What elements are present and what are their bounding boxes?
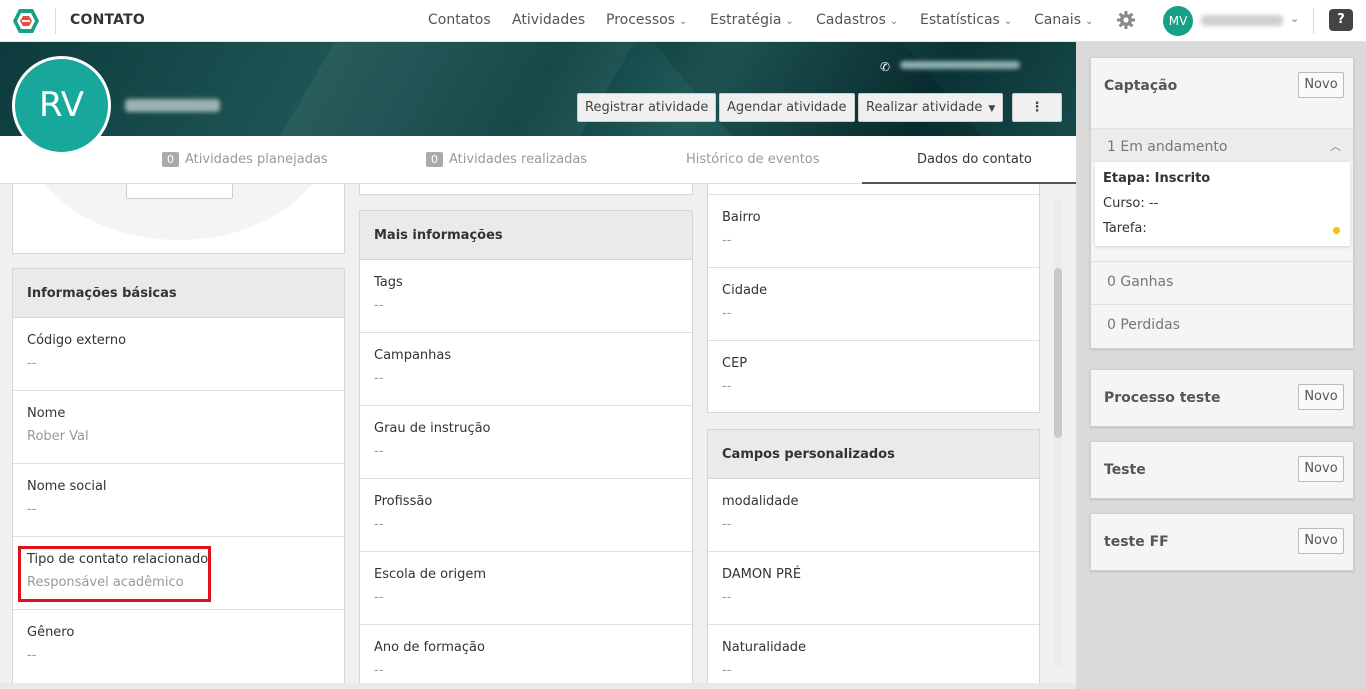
user-avatar[interactable]: MV xyxy=(1163,6,1193,36)
tarefa-label: Tarefa: xyxy=(1103,221,1147,236)
process-card-captacao: Captação Novo 1 Em andamento ︿ Etapa: In… xyxy=(1090,57,1354,349)
novo-button[interactable]: Novo xyxy=(1298,528,1344,554)
novo-button[interactable]: Novo xyxy=(1298,384,1344,410)
etapa-label: Etapa: Inscrito xyxy=(1103,171,1211,186)
realizar-atividade-button[interactable]: Realizar atividade ▼ xyxy=(858,93,1004,122)
field-grau-instrucao: Grau de instrução -- xyxy=(360,406,692,479)
basic-info-card: Informações básicas Código externo -- Nom… xyxy=(12,268,345,683)
process-title: Teste xyxy=(1104,462,1146,478)
field-campanhas: Campanhas -- xyxy=(360,333,692,406)
section-title: Campos personalizados xyxy=(708,430,1039,479)
field-cep: CEP -- xyxy=(722,356,748,394)
process-title: Captação xyxy=(1104,78,1178,94)
tab-dados-contato[interactable]: Dados do contato xyxy=(917,152,1032,167)
field-profissao: Profissão -- xyxy=(360,479,692,552)
nav-atividades[interactable]: Atividades xyxy=(512,12,585,28)
ganhas-item[interactable]: 0 Ganhas xyxy=(1091,261,1353,304)
curso-label: Curso: -- xyxy=(1103,196,1159,211)
tab-atividades-realizadas[interactable]: 0 Atividades realizadas xyxy=(426,152,587,167)
field-codigo-externo: Código externo -- xyxy=(13,318,344,391)
phone-icon: ✆ xyxy=(880,60,891,74)
nav-estatisticas[interactable]: Estatísticas ⌄ xyxy=(920,12,1012,28)
tab-historico-eventos[interactable]: Histórico de eventos xyxy=(686,152,820,167)
section-title: Informações básicas xyxy=(13,269,344,318)
contact-name-blurred xyxy=(125,99,220,112)
count-badge: 0 xyxy=(426,152,443,167)
novo-button[interactable]: Novo xyxy=(1298,72,1344,98)
section-title: Mais informações xyxy=(360,211,692,260)
process-card-processo-teste: Processo teste Novo xyxy=(1090,369,1354,427)
agendar-atividade-button[interactable]: Agendar atividade xyxy=(719,93,855,122)
registrar-atividade-button[interactable]: Registrar atividade xyxy=(577,93,717,122)
more-info-card: Mais informações Tags -- Campanhas -- Grau… xyxy=(359,210,693,683)
status-dot-icon xyxy=(1333,227,1340,234)
highlight-annotation xyxy=(18,546,211,602)
more-options-button[interactable]: ⋮ xyxy=(1012,93,1062,122)
nav-cadastros[interactable]: Cadastros ⌄ xyxy=(816,12,898,28)
process-title: Processo teste xyxy=(1104,390,1221,406)
field-genero: Gênero -- xyxy=(27,625,75,663)
nav-processos[interactable]: Processos ⌄ xyxy=(606,12,687,28)
nav-canais[interactable]: Canais ⌄ xyxy=(1034,12,1093,28)
divider xyxy=(55,8,56,34)
app-title: CONTATO xyxy=(70,12,145,28)
nav-contatos[interactable]: Contatos xyxy=(428,12,491,28)
field-modalidade: modalidade -- xyxy=(708,479,1039,552)
field-naturalidade: Naturalidade -- xyxy=(722,640,807,678)
chevron-down-icon[interactable]: ⌄ xyxy=(1290,12,1299,25)
caret-down-icon: ▼ xyxy=(988,104,996,114)
chevron-down-icon: ⌄ xyxy=(1003,16,1013,27)
contact-details: Informações básicas Código externo -- Nom… xyxy=(0,184,1076,683)
process-card-teste-ff: teste FF Novo xyxy=(1090,513,1354,571)
field-cidade: Cidade -- xyxy=(708,268,1039,341)
previous-card xyxy=(359,184,693,195)
app-logo-icon[interactable] xyxy=(12,8,40,34)
process-detail-card[interactable]: Etapa: Inscrito Curso: -- Tarefa: xyxy=(1095,162,1350,246)
divider xyxy=(1313,8,1314,34)
field-nome: Nome Rober Val xyxy=(13,391,344,464)
chevron-down-icon: ⌄ xyxy=(785,16,794,27)
novo-button[interactable]: Novo xyxy=(1298,456,1344,482)
chevron-down-icon: ⌄ xyxy=(1085,16,1094,27)
processes-panel: Captação Novo 1 Em andamento ︿ Etapa: In… xyxy=(1076,42,1366,689)
perdidas-item[interactable]: 0 Perdidas xyxy=(1091,304,1353,348)
field-tags: Tags -- xyxy=(360,260,692,333)
photo-upload-button[interactable] xyxy=(126,184,233,199)
field-damon-pre: DAMON PRÉ -- xyxy=(708,552,1039,625)
phone-number-blurred xyxy=(900,61,1020,69)
tab-atividades-planejadas[interactable]: 0 Atividades planejadas xyxy=(162,152,328,167)
photo-card xyxy=(12,184,345,254)
process-title: teste FF xyxy=(1104,534,1169,550)
count-badge: 0 xyxy=(162,152,179,167)
em-andamento-toggle[interactable]: 1 Em andamento ︿ xyxy=(1091,128,1353,162)
chevron-down-icon: ⌄ xyxy=(889,16,899,27)
field-bairro: Bairro -- xyxy=(708,195,1039,268)
custom-fields-card: Campos personalizados modalidade -- DAMON… xyxy=(707,429,1040,683)
scrollbar-thumb[interactable] xyxy=(1054,268,1062,438)
contact-avatar: RV xyxy=(12,56,111,155)
gear-icon[interactable] xyxy=(1116,10,1136,30)
process-card-teste: Teste Novo xyxy=(1090,441,1354,499)
chevron-up-icon: ︿ xyxy=(1330,140,1341,153)
chevron-down-icon: ⌄ xyxy=(678,16,688,27)
field-escola-origem: Escola de origem -- xyxy=(360,552,692,625)
top-bar: CONTATO Contatos Atividades Processos ⌄ E… xyxy=(0,0,1366,42)
help-icon[interactable]: ? xyxy=(1329,9,1353,31)
contact-tabs: 0 Atividades planejadas 0 Atividades reali… xyxy=(0,136,1076,184)
nav-estrategia[interactable]: Estratégia ⌄ xyxy=(710,12,794,28)
field-nome-social: Nome social -- xyxy=(13,464,344,537)
user-name-blurred[interactable] xyxy=(1201,15,1283,26)
field-ano-formacao: Ano de formação -- xyxy=(374,640,485,678)
address-card: Bairro -- Cidade -- CEP -- xyxy=(707,184,1040,413)
